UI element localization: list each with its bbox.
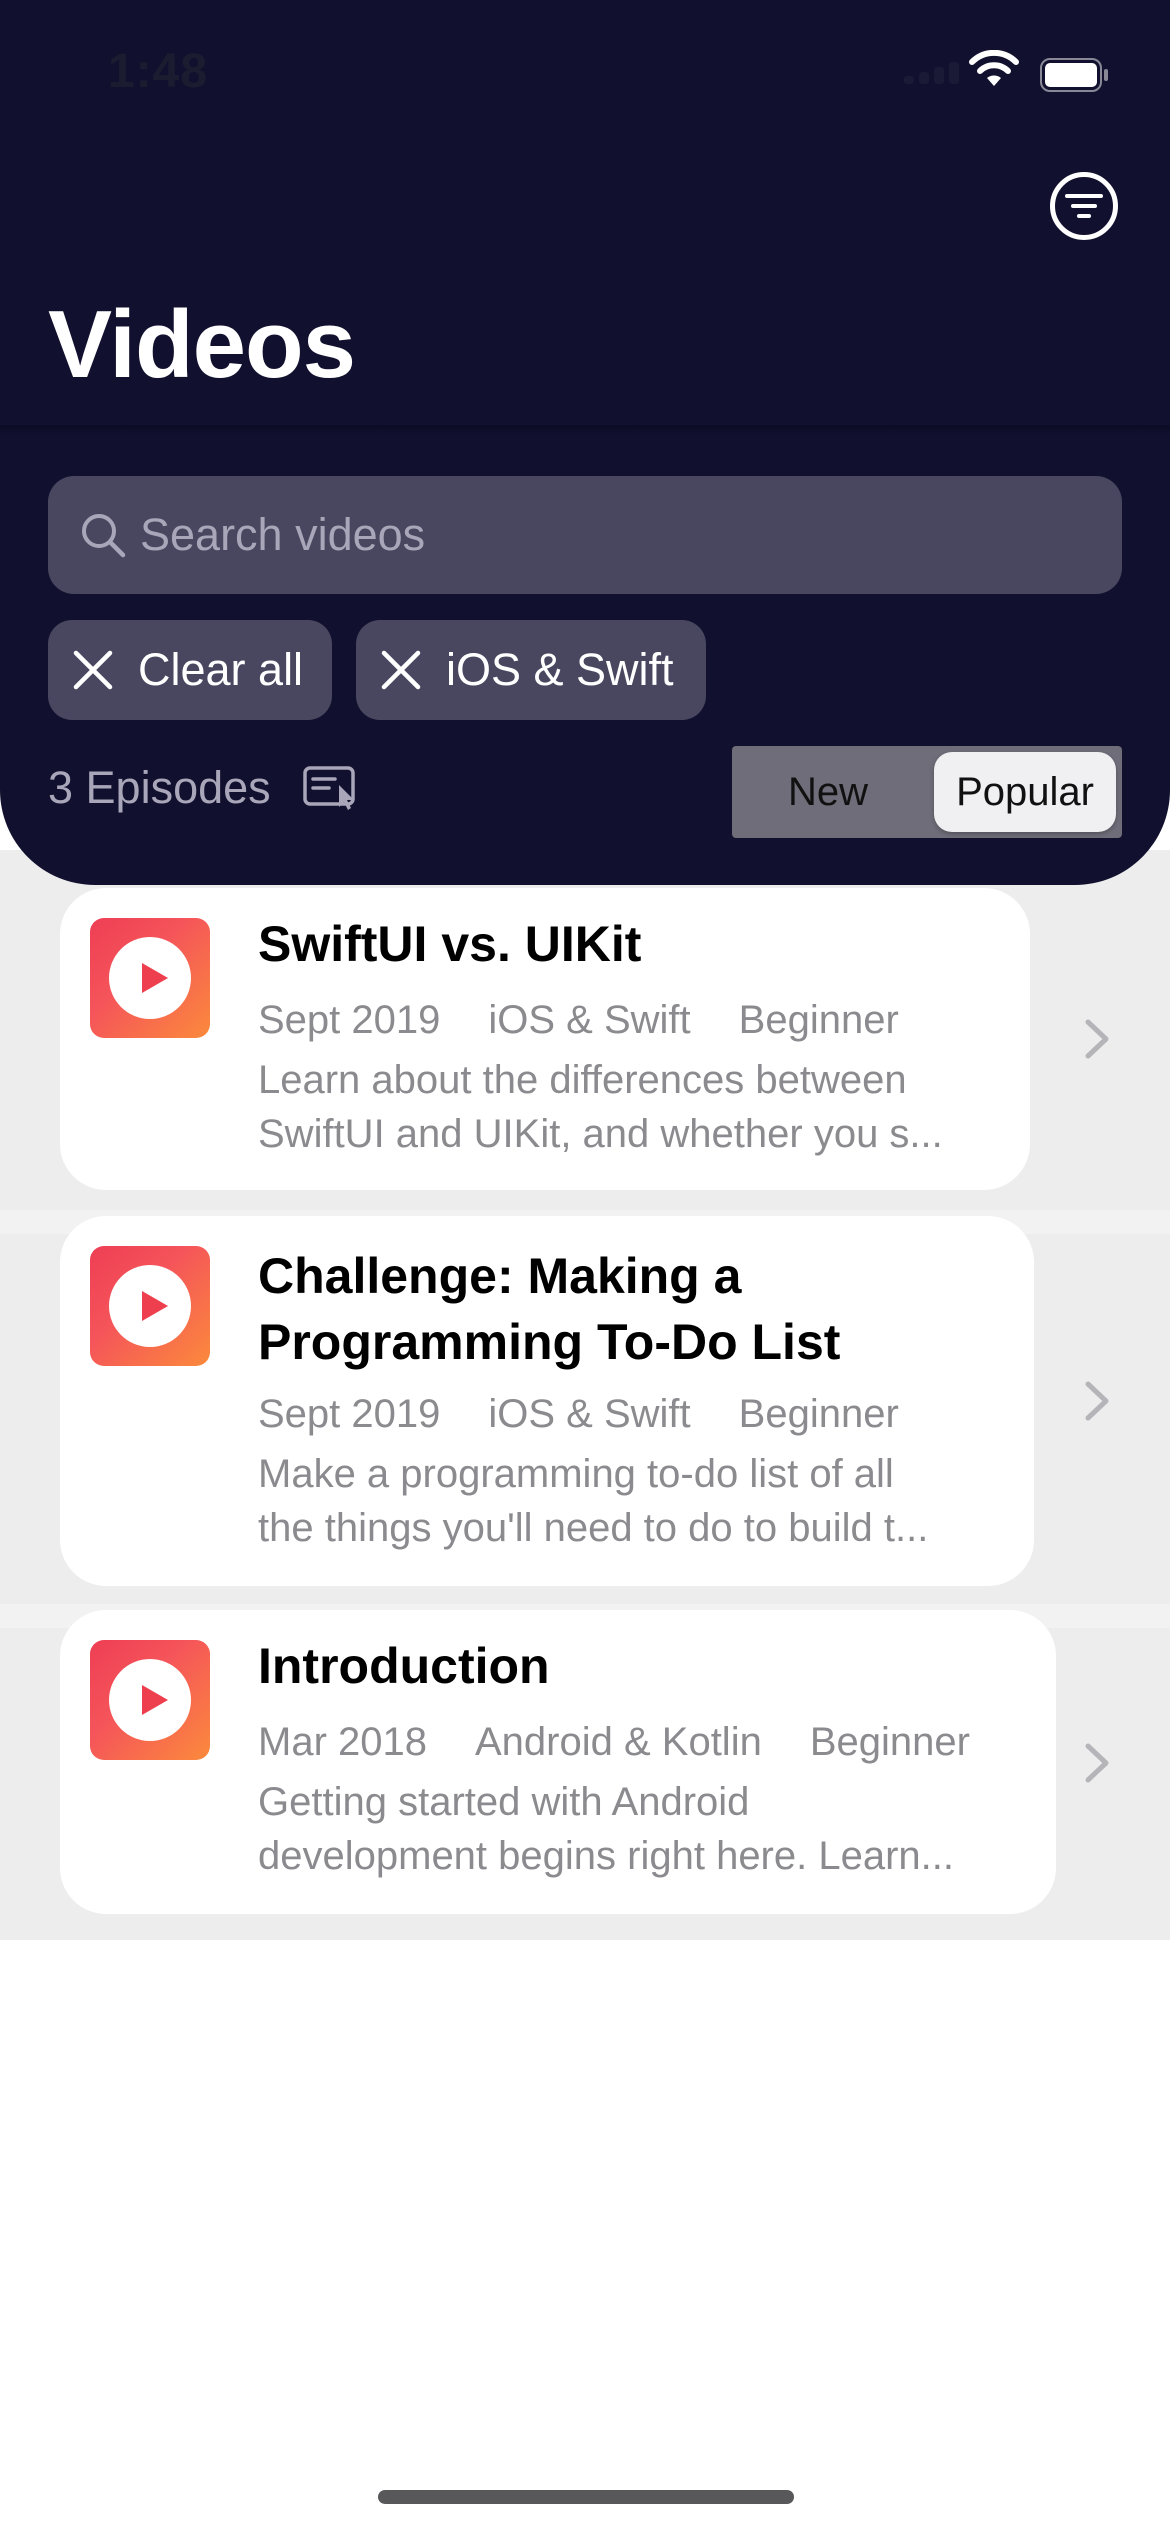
- search-input[interactable]: [140, 476, 1090, 594]
- video-card-2[interactable]: Challenge: Making a Programming To-Do Li…: [60, 1216, 1034, 1586]
- video-description-line: Make a programming to-do list of all: [258, 1452, 894, 1496]
- battery-icon: [1040, 58, 1108, 92]
- video-level: Beginner: [809, 1720, 970, 1764]
- video-description: Getting started with Android development…: [258, 1775, 954, 1883]
- video-description-line: Learn about the differences between: [258, 1058, 907, 1102]
- episodes-count: 3 Episodes: [48, 762, 271, 813]
- wifi-icon: [969, 50, 1019, 86]
- video-description-line: development begins right here. Learn...: [258, 1834, 954, 1878]
- video-date: Sept 2019: [258, 1392, 441, 1436]
- chevron-right-icon[interactable]: [1084, 1742, 1110, 1784]
- video-title: Challenge: Making a Programming To-Do Li…: [258, 1243, 840, 1375]
- search-icon: [82, 514, 126, 558]
- play-icon: [90, 1246, 210, 1366]
- video-title: SwiftUI vs. UIKit: [258, 916, 642, 972]
- video-platform: Android & Kotlin: [474, 1720, 762, 1764]
- cellular-signal-icon: [904, 62, 964, 84]
- sort-segmented-control[interactable]: New Popular: [732, 746, 1122, 838]
- video-meta: Sept 2019 iOS & Swift Beginner: [258, 998, 899, 1043]
- video-title-line: Programming To-Do List: [258, 1314, 841, 1370]
- play-icon: [90, 1640, 210, 1760]
- video-title: Introduction: [258, 1638, 550, 1694]
- search-bar[interactable]: [48, 476, 1122, 594]
- chevron-right-icon[interactable]: [1084, 1018, 1110, 1060]
- video-platform: iOS & Swift: [488, 998, 691, 1042]
- video-date: Mar 2018: [258, 1720, 427, 1764]
- video-card-1[interactable]: SwiftUI vs. UIKit Sept 2019 iOS & Swift …: [60, 888, 1030, 1190]
- close-icon: [381, 650, 421, 690]
- video-card-3[interactable]: Introduction Mar 2018 Android & Kotlin B…: [60, 1610, 1056, 1914]
- header-divider: [0, 425, 1170, 435]
- video-meta: Sept 2019 iOS & Swift Beginner: [258, 1392, 899, 1437]
- header: 1:48 Videos Search videos Clear all iOS …: [0, 0, 1170, 885]
- sort-option-new[interactable]: New: [738, 752, 918, 832]
- video-meta: Mar 2018 Android & Kotlin Beginner: [258, 1720, 970, 1765]
- video-description-line: SwiftUI and UIKit, and whether you s...: [258, 1112, 943, 1156]
- video-platform: iOS & Swift: [488, 1392, 691, 1436]
- video-description-line: the things you'll need to do to build t.…: [258, 1506, 929, 1550]
- filter-chip-ios-swift[interactable]: iOS & Swift: [356, 620, 706, 720]
- video-description-line: Getting started with Android: [258, 1780, 750, 1824]
- filter-button[interactable]: [1050, 172, 1118, 240]
- page-title: Videos: [48, 291, 356, 398]
- video-level: Beginner: [738, 998, 899, 1042]
- clear-all-label: Clear all: [138, 644, 304, 695]
- status-time: 1:48: [108, 45, 209, 98]
- sort-option-popular[interactable]: Popular: [934, 752, 1116, 832]
- play-icon: [90, 918, 210, 1038]
- filter-icon: [1065, 194, 1103, 218]
- close-icon: [73, 650, 113, 690]
- filter-chip-label: iOS & Swift: [446, 644, 674, 695]
- video-description: Make a programming to-do list of all the…: [258, 1447, 928, 1555]
- video-title-line: Challenge: Making a: [258, 1248, 742, 1304]
- chevron-right-icon[interactable]: [1084, 1380, 1110, 1422]
- episodes-summary: 3 Episodes: [48, 762, 359, 814]
- video-date: Sept 2019: [258, 998, 441, 1042]
- home-indicator[interactable]: [378, 2490, 794, 2504]
- clear-all-chip[interactable]: Clear all: [48, 620, 332, 720]
- video-level: Beginner: [738, 1392, 899, 1436]
- video-description: Learn about the differences between Swif…: [258, 1053, 943, 1161]
- status-bar: 1:48: [0, 0, 1170, 150]
- downloads-icon[interactable]: [302, 765, 359, 811]
